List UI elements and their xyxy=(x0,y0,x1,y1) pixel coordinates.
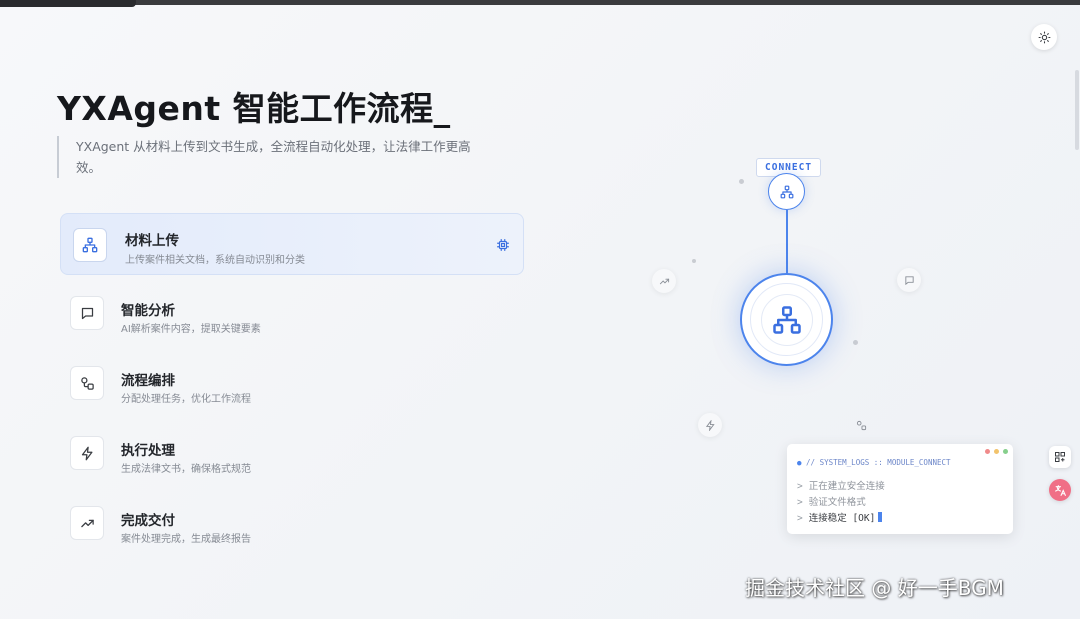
step-delivery-title: 完成交付 xyxy=(121,513,175,529)
log-header: ● // SYSTEM_LOGS :: MODULE_CONNECT xyxy=(797,458,951,467)
log-line-text: 连接稳定 [OK] xyxy=(808,513,876,524)
sitemap-icon xyxy=(82,237,98,253)
step-delivery-icon-box xyxy=(70,506,104,540)
step-execution[interactable]: 执行处理 生成法律文书，确保格式规范 xyxy=(60,423,524,485)
step-execution-desc: 生成法律文书，确保格式规范 xyxy=(121,464,251,475)
step-orchestration-icon-box xyxy=(70,366,104,400)
translate-button[interactable] xyxy=(1049,479,1071,501)
page-title-text: YXAgent 智能工作流程 xyxy=(57,89,434,128)
page-scrollbar[interactable] xyxy=(1075,70,1079,150)
step-orchestration-title: 流程编排 xyxy=(121,373,175,389)
float-trending-icon xyxy=(652,269,676,293)
step-orchestration-desc: 分配处理任务，优化工作流程 xyxy=(121,394,251,405)
log-line: > 验证文件格式 xyxy=(797,494,866,508)
float-chat-icon xyxy=(897,268,921,292)
step-execution-icon-box xyxy=(70,436,104,470)
grid-plus-icon xyxy=(1055,452,1065,462)
title-cursor: _ xyxy=(433,89,451,128)
step-analysis-icon-box xyxy=(70,296,104,330)
sitemap-icon xyxy=(772,305,801,334)
page-title: YXAgent 智能工作流程_ xyxy=(57,82,451,130)
log-line: > 正在建立安全连接 xyxy=(797,478,885,492)
central-node xyxy=(740,273,833,366)
float-workflow-icon xyxy=(849,413,873,437)
small-node xyxy=(768,173,805,210)
apps-grid-button[interactable] xyxy=(1049,446,1071,468)
step-upload[interactable]: 材料上传 上传案件相关文档，系统自动识别和分类 xyxy=(60,213,524,275)
window-dots xyxy=(985,449,1008,454)
workflow-step-list: 材料上传 上传案件相关文档，系统自动识别和分类 智能分析 AI解析案件内容，提取… xyxy=(60,213,524,563)
browser-top-bar xyxy=(0,0,1080,5)
log-line-text: 验证文件格式 xyxy=(808,497,866,508)
step-delivery-desc: 案件处理完成，生成最终报告 xyxy=(121,534,251,545)
log-line: > 连接稳定 [OK] xyxy=(797,510,883,524)
log-header-text: // SYSTEM_LOGS :: MODULE_CONNECT xyxy=(806,458,951,467)
step-analysis[interactable]: 智能分析 AI解析案件内容，提取关键要素 xyxy=(60,283,524,345)
trending-up-icon xyxy=(80,519,94,527)
step-upload-icon-box xyxy=(73,228,107,262)
log-prompt: > xyxy=(797,513,803,524)
sun-icon xyxy=(1038,31,1050,43)
log-line-text: 正在建立安全连接 xyxy=(808,481,885,492)
lightning-icon xyxy=(81,446,92,460)
translate-icon xyxy=(1054,484,1066,496)
log-prompt: > xyxy=(797,497,803,508)
central-node-inner xyxy=(760,293,813,346)
step-execution-title: 执行处理 xyxy=(121,443,175,459)
step-orchestration[interactable]: 流程编排 分配处理任务，优化工作流程 xyxy=(60,353,524,415)
browser-tab[interactable] xyxy=(0,0,136,7)
step-analysis-title: 智能分析 xyxy=(121,303,175,319)
watermark: 掘金技术社区 @ 好一手BGM xyxy=(745,576,1004,600)
page-subtitle: YXAgent 从材料上传到文书生成，全流程自动化处理，让法律工作更高效。 xyxy=(57,136,477,178)
connector-line xyxy=(786,210,788,276)
step-upload-desc: 上传案件相关文档，系统自动识别和分类 xyxy=(125,255,305,266)
log-caret xyxy=(878,512,883,522)
step-delivery[interactable]: 完成交付 案件处理完成，生成最终报告 xyxy=(60,493,524,555)
chat-icon xyxy=(81,307,93,319)
log-prompt: > xyxy=(797,481,803,492)
diagram-dot xyxy=(739,179,744,184)
chip-icon xyxy=(495,237,511,253)
theme-toggle-button[interactable] xyxy=(1031,24,1057,50)
step-analysis-desc: AI解析案件内容，提取关键要素 xyxy=(121,324,261,335)
sitemap-icon xyxy=(780,185,793,198)
diagram-dot xyxy=(853,340,858,345)
workflow-icon xyxy=(80,376,94,390)
diagram-dot xyxy=(692,259,696,263)
step-upload-title: 材料上传 xyxy=(125,233,179,249)
float-lightning-icon xyxy=(698,413,722,437)
system-log-panel: ● // SYSTEM_LOGS :: MODULE_CONNECT > 正在建立… xyxy=(787,444,1013,534)
